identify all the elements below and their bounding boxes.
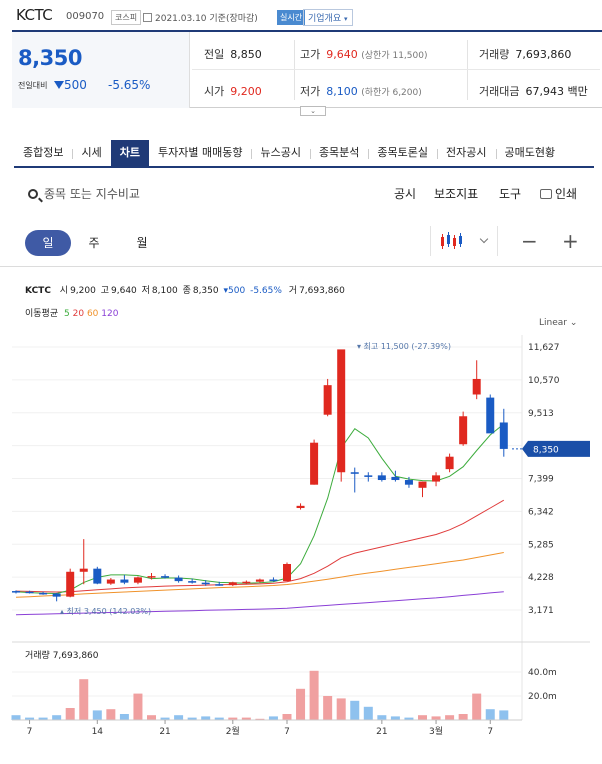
volume-bar [418,715,427,720]
volume-tick-label: 40.0m [528,668,557,678]
volume-bar [174,715,184,720]
candle-body [377,475,386,481]
candle-body [215,584,224,586]
y-tick-label: 6,342 [528,507,554,517]
candle-body [120,579,129,583]
candle-body [147,576,156,578]
y-tick-label: 5,285 [528,540,554,550]
candle-body [269,579,278,582]
x-tick-label: 7 [27,727,33,737]
volume-bar [309,670,319,720]
volume-bar [65,708,75,720]
x-tick-label: 7 [487,727,493,737]
candle-body [66,571,75,597]
volume-bar [472,693,482,720]
candle-body [12,591,20,593]
candle-body [296,505,305,509]
y-tick-label: 11,627 [528,343,560,353]
y-tick-label: 4,228 [528,573,554,583]
x-tick-label: 7 [284,727,290,737]
max-annotation: ▾ 최고 11,500 (-27.39%) [357,341,451,351]
ma20-line [15,499,505,593]
volume-bar [485,709,495,720]
candle-body [472,378,481,395]
candle-body [337,349,346,473]
x-tick-label: 14 [92,727,104,737]
volume-bar [431,716,441,720]
x-tick-label: 2월 [226,725,240,737]
candle-body [499,422,508,449]
volume-bar [296,688,306,720]
candle-body [391,476,400,481]
candle-body [486,397,495,434]
candle-body [161,576,170,578]
volume-bar [323,696,333,720]
volume-bar [52,715,62,720]
volume-bar [268,716,278,720]
volume-bar [282,714,292,720]
y-tick-label: 7,399 [528,475,554,485]
volume-bar [201,716,211,720]
volume-bar [79,679,89,720]
candle-body [432,475,441,482]
min-annotation: ▴ 최저 3,450 (142.03%) [60,606,151,616]
candle-body [255,579,264,582]
candle-body [459,416,468,445]
candle-body [188,581,197,583]
candle-body [39,592,48,595]
volume-bar [92,710,102,720]
y-tick-label: 10,570 [528,376,560,386]
x-tick-label: 21 [159,727,170,737]
volume-bar [445,715,455,720]
volume-bar [390,716,400,720]
candle-body [106,579,115,584]
candle-body [310,442,319,485]
candle-body [283,563,291,582]
candle-body [228,582,237,586]
volume-bar [350,700,360,720]
candle-body [445,456,454,470]
candle-body [52,593,61,597]
candle-body [350,472,359,474]
candle-body [323,385,332,415]
volume-bar [147,715,156,720]
x-tick-label: 3월 [429,725,443,737]
candle-body [201,582,210,585]
volume-bar [336,698,346,720]
candle-body [418,481,427,488]
candle-body [404,480,413,485]
volume-bar [458,714,468,720]
y-tick-label: 3,171 [528,606,554,616]
x-tick-label: 21 [376,727,387,737]
volume-bar [11,715,21,720]
candle-body [25,591,34,594]
candle-body [79,568,88,572]
volume-bar [499,710,509,720]
candle-body [242,581,251,584]
candle-body [93,568,102,584]
volume-bar [133,693,143,720]
candle-body [364,475,373,477]
y-tick-label: 9,513 [528,409,554,419]
volume-title: 거래량 7,693,860 [25,649,99,661]
volume-bar [377,715,387,720]
candle-body [133,577,142,583]
volume-tick-label: 20.0m [528,692,557,702]
ma5-line [15,423,505,595]
volume-bar [106,709,116,720]
current-price-tag-label: 8,350 [533,445,559,455]
stock-chart[interactable]: 11,627 10,570 9,513 7,399 6,342 5,285 4,228 3,1… [0,0,602,764]
volume-bar [363,706,373,720]
volume-bar [119,714,129,720]
candle-body [174,577,183,582]
